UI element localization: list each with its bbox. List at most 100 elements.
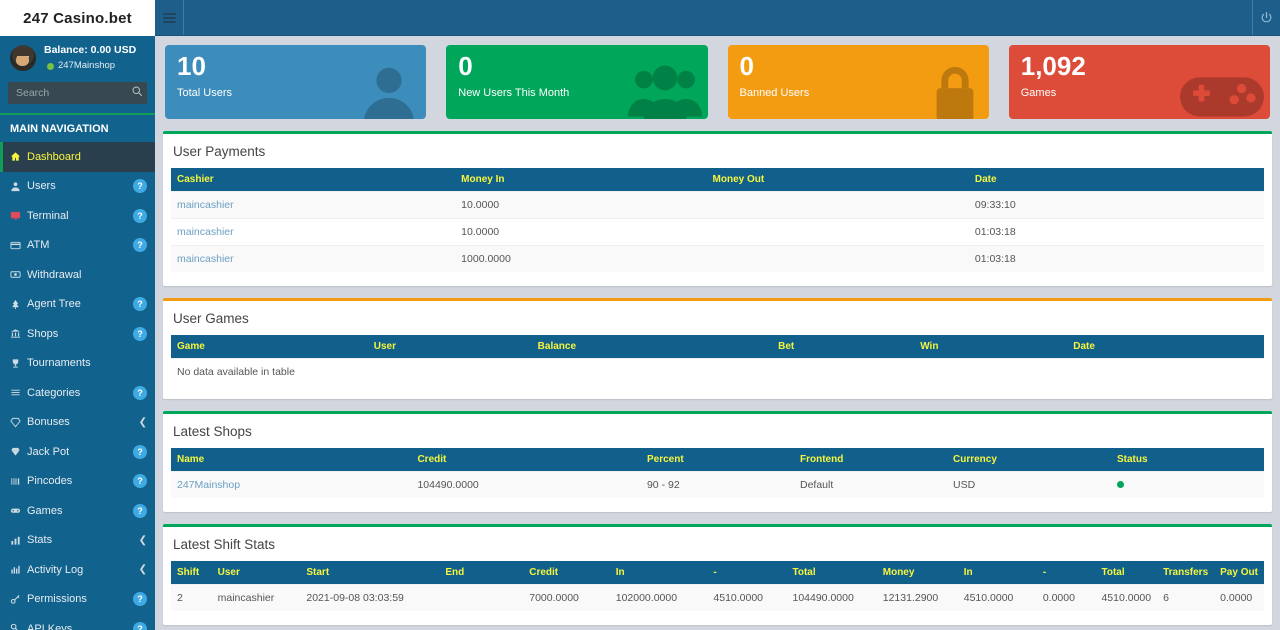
col-shift-stats-10[interactable]: - — [1037, 561, 1096, 585]
col-shift-stats-8[interactable]: Money — [877, 561, 958, 585]
stat-box-banned-users[interactable]: 0Banned Users — [728, 45, 989, 119]
sidebar-toggle-button[interactable] — [155, 0, 184, 35]
col-date[interactable]: Date — [1067, 335, 1264, 359]
col-frontend[interactable]: Frontend — [794, 448, 947, 472]
user-payments-table: Cashier Money In Money Out Date maincash… — [171, 168, 1264, 272]
help-badge[interactable]: ? — [133, 327, 147, 341]
col-shift-stats-6[interactable]: - — [707, 561, 786, 585]
sidebar-item-label: Agent Tree — [27, 298, 133, 310]
col-shift-stats-5[interactable]: In — [610, 561, 708, 585]
help-badge[interactable]: ? — [133, 238, 147, 252]
diamond-icon — [10, 417, 27, 428]
col-name[interactable]: Name — [171, 448, 411, 472]
sidebar-item-terminal[interactable]: Terminal? — [0, 201, 155, 231]
sidebar-item-api-keys[interactable]: API Keys? — [0, 614, 155, 630]
help-badge[interactable]: ? — [133, 386, 147, 400]
shop-link[interactable]: 247Mainshop — [177, 479, 240, 491]
stat-box-games[interactable]: 1,092Games — [1009, 45, 1270, 119]
col-shift-stats-11[interactable]: Total — [1095, 561, 1157, 585]
panel-header: Latest Shops — [163, 414, 1272, 448]
cell-total1: 104490.0000 — [786, 585, 876, 612]
cell-credit: 104490.0000 — [411, 472, 641, 499]
cell-in1: 102000.0000 — [610, 585, 708, 612]
col-date[interactable]: Date — [969, 168, 1264, 192]
panel-user-games: User Games Game User Balance Bet Win Dat… — [163, 298, 1272, 399]
col-percent[interactable]: Percent — [641, 448, 794, 472]
col-money-out[interactable]: Money Out — [707, 168, 969, 192]
col-shift-stats-2[interactable]: Start — [300, 561, 439, 585]
sidebar-item-withdrawal[interactable]: Withdrawal — [0, 260, 155, 290]
sidebar-item-agent-tree[interactable]: Agent Tree? — [0, 290, 155, 320]
money-icon — [10, 269, 27, 280]
col-credit[interactable]: Credit — [411, 448, 641, 472]
sidebar-item-activity-log[interactable]: Activity Log❮ — [0, 555, 155, 585]
cell-total2: 4510.0000 — [1095, 585, 1157, 612]
col-balance[interactable]: Balance — [532, 335, 772, 359]
sidebar-item-stats[interactable]: Stats❮ — [0, 526, 155, 556]
help-badge[interactable]: ? — [133, 297, 147, 311]
col-status[interactable]: Status — [1111, 448, 1264, 472]
col-game[interactable]: Game — [171, 335, 368, 359]
col-shift-stats-13[interactable]: Pay Out — [1214, 561, 1264, 585]
help-badge[interactable]: ? — [133, 179, 147, 193]
sidebar-item-users[interactable]: Users? — [0, 172, 155, 202]
help-badge[interactable]: ? — [133, 622, 147, 630]
cashier-link[interactable]: maincashier — [177, 226, 234, 238]
sidebar-item-label: Jack Pot — [27, 446, 133, 458]
stat-box-new-users-this-month[interactable]: 0New Users This Month — [446, 45, 707, 119]
panel-title-latest-shift-stats: Latest Shift Stats — [173, 537, 1262, 552]
col-bet[interactable]: Bet — [772, 335, 914, 359]
col-shift-stats-12[interactable]: Transfers — [1157, 561, 1214, 585]
cashier-link[interactable]: maincashier — [177, 199, 234, 211]
col-shift-stats-9[interactable]: In — [958, 561, 1037, 585]
help-badge[interactable]: ? — [133, 592, 147, 606]
sidebar-item-tournaments[interactable]: Tournaments — [0, 349, 155, 379]
col-currency[interactable]: Currency — [947, 448, 1111, 472]
panel-latest-shops: Latest Shops Name Credit Percent Fronten… — [163, 411, 1272, 512]
help-badge[interactable]: ? — [133, 445, 147, 459]
list-icon — [10, 387, 27, 398]
user-games-table: Game User Balance Bet Win Date No data a… — [171, 335, 1264, 385]
cell-cashier: maincashier — [171, 246, 455, 273]
col-shift-stats-0[interactable]: Shift — [171, 561, 212, 585]
sidebar-item-dashboard[interactable]: Dashboard — [0, 142, 155, 172]
help-badge[interactable]: ? — [133, 209, 147, 223]
table-row: 247Mainshop104490.000090 - 92DefaultUSD — [171, 472, 1264, 499]
col-cashier[interactable]: Cashier — [171, 168, 455, 192]
panel-header: User Games — [163, 301, 1272, 335]
latest-shops-table: Name Credit Percent Frontend Currency St… — [171, 448, 1264, 498]
col-shift-stats-3[interactable]: End — [439, 561, 523, 585]
col-shift-stats-1[interactable]: User — [212, 561, 301, 585]
col-money-in[interactable]: Money In — [455, 168, 706, 192]
sidebar-profile[interactable]: Balance: 0.00 USD 247Mainshop — [0, 36, 155, 76]
cell-start: 2021-09-08 03:03:59 — [300, 585, 439, 612]
key-icon — [10, 594, 27, 605]
col-user[interactable]: User — [368, 335, 532, 359]
table-row: 2maincashier2021-09-08 03:03:597000.0000… — [171, 585, 1264, 612]
search-input[interactable] — [8, 82, 147, 104]
sidebar-item-categories[interactable]: Categories? — [0, 378, 155, 408]
sidebar-item-atm[interactable]: ATM? — [0, 231, 155, 261]
sidebar-item-label: ATM — [27, 239, 133, 251]
col-win[interactable]: Win — [914, 335, 1067, 359]
sidebar-item-label: Stats — [27, 534, 139, 546]
stat-box-total-users[interactable]: 10Total Users — [165, 45, 426, 119]
table-row: maincashier1000.000001:03:18 — [171, 246, 1264, 273]
col-shift-stats-4[interactable]: Credit — [523, 561, 609, 585]
brand-logo[interactable]: 247 Casino.bet — [0, 0, 155, 36]
sidebar-item-bonuses[interactable]: Bonuses❮ — [0, 408, 155, 438]
cashier-link[interactable]: maincashier — [177, 253, 234, 265]
help-badge[interactable]: ? — [133, 474, 147, 488]
sidebar-item-jack-pot[interactable]: Jack Pot? — [0, 437, 155, 467]
col-shift-stats-7[interactable]: Total — [786, 561, 876, 585]
logout-button[interactable] — [1252, 0, 1280, 35]
single-user-icon — [358, 61, 420, 119]
sidebar-item-pincodes[interactable]: Pincodes? — [0, 467, 155, 497]
sidebar-item-games[interactable]: Games? — [0, 496, 155, 526]
cell-in2: 4510.0000 — [958, 585, 1037, 612]
sidebar-item-shops[interactable]: Shops? — [0, 319, 155, 349]
search-button[interactable] — [131, 85, 143, 97]
help-badge[interactable]: ? — [133, 504, 147, 518]
sidebar-item-permissions[interactable]: Permissions? — [0, 585, 155, 615]
sidebar-item-label: Permissions — [27, 593, 133, 605]
